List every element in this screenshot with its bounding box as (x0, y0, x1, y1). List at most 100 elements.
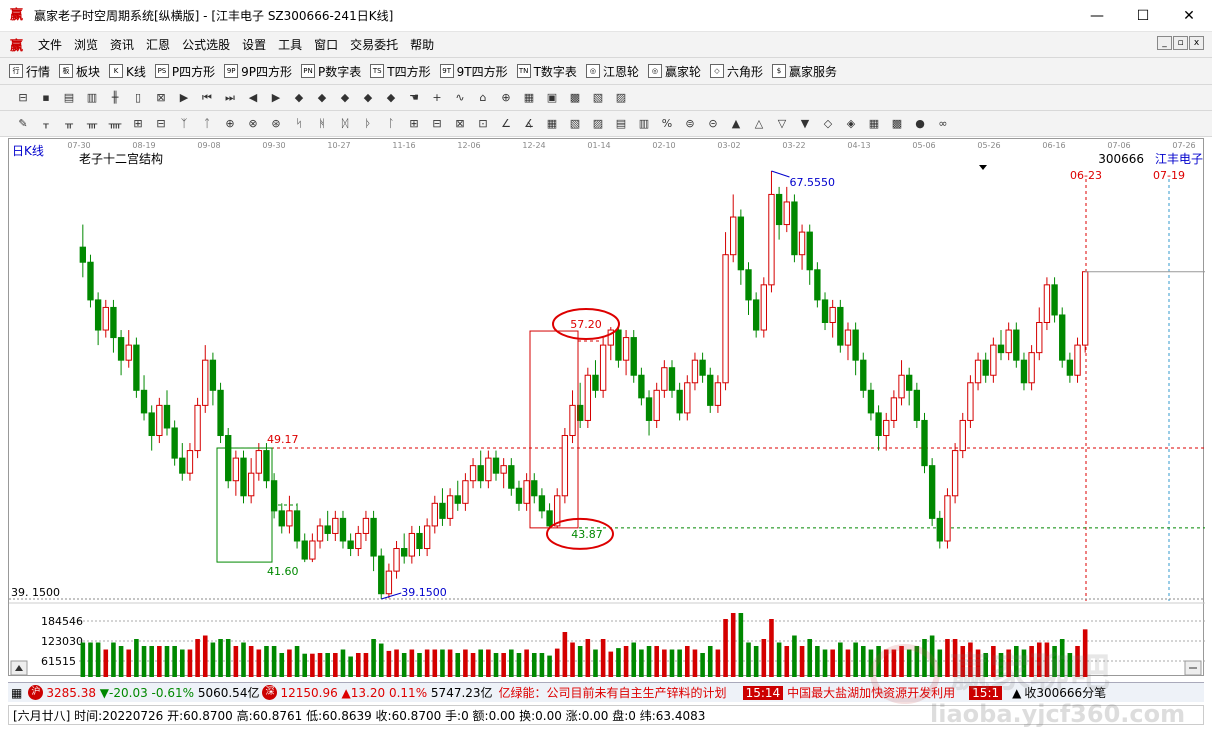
kline-chart[interactable]: 07-30 08-19 09-08 09-30 10-27 11-16 12-06 12-24… (9, 139, 1205, 677)
mdi-minimize-button[interactable]: _ (1157, 36, 1172, 50)
toolbar-item-8[interactable]: TN T数字表 (516, 63, 577, 80)
analysis-tool-icon-24[interactable]: ▧ (566, 115, 584, 133)
analysis-tool-icon-37[interactable]: ▦ (865, 115, 883, 133)
analysis-tool-icon-6[interactable]: ⊟ (152, 115, 170, 133)
toolbar-item-3[interactable]: PS P四方形 (154, 63, 215, 80)
diamond4-icon[interactable]: ◆ (359, 89, 377, 107)
analysis-tool-icon-15[interactable]: ᚦ (359, 115, 377, 133)
save-icon[interactable]: ▣ (543, 89, 561, 107)
mdi-restore-button[interactable]: ▫ (1173, 36, 1188, 50)
last-icon[interactable]: ⏭ (221, 89, 239, 107)
toolbar-item-11[interactable]: ◇ 六角形 (709, 63, 763, 80)
kline-chart-panel[interactable]: 07-30 08-19 09-08 09-30 10-27 11-16 12-06 12-24… (8, 138, 1205, 677)
analysis-tool-icon-17[interactable]: ⊞ (405, 115, 423, 133)
news-ticker-2[interactable]: 中国最大盐湖加快资源开发利用 (787, 684, 955, 701)
candle-icon[interactable]: ▯ (129, 89, 147, 107)
analysis-tool-icon-23[interactable]: ▦ (543, 115, 561, 133)
toolbar-item-6[interactable]: TS T四方形 (370, 63, 431, 80)
analysis-tool-icon-35[interactable]: ◇ (819, 115, 837, 133)
tick-icon[interactable]: ▲ (1012, 686, 1021, 700)
menu-window[interactable]: 窗口 (314, 36, 338, 53)
toolbar-item-7[interactable]: 9T 9T四方形 (439, 63, 508, 80)
flag-icon[interactable]: ▶ (175, 89, 193, 107)
trend-icon[interactable]: ∿ (451, 89, 469, 107)
analysis-tool-icon-20[interactable]: ⊡ (474, 115, 492, 133)
crosshair-icon[interactable]: + (428, 89, 446, 107)
analysis-tool-icon-21[interactable]: ∠ (497, 115, 515, 133)
right-icon[interactable]: ▶ (267, 89, 285, 107)
analysis-tool-icon-16[interactable]: ᛚ (382, 115, 400, 133)
export-icon[interactable]: ▧ (589, 89, 607, 107)
toolbar-item-10[interactable]: ◎ 赢家轮 (647, 63, 701, 80)
analysis-tool-icon-7[interactable]: ᛉ (175, 115, 193, 133)
analysis-tool-icon-14[interactable]: ᛞ (336, 115, 354, 133)
analysis-tool-icon-5[interactable]: ⊞ (129, 115, 147, 133)
chart-type-icon[interactable]: ▪ (37, 89, 55, 107)
analysis-tool-icon-31[interactable]: ▲ (727, 115, 745, 133)
analysis-tool-icon-11[interactable]: ⊛ (267, 115, 285, 133)
kline-icon[interactable]: ╫ (106, 89, 124, 107)
diamond3-icon[interactable]: ◆ (336, 89, 354, 107)
hand-icon[interactable]: ☚ (405, 89, 423, 107)
analysis-tool-icon-26[interactable]: ▤ (612, 115, 630, 133)
menu-settings[interactable]: 设置 (242, 36, 266, 53)
analysis-tool-icon-0[interactable]: ✎ (14, 115, 32, 133)
toolbar-item-2[interactable]: K K线 (109, 63, 146, 80)
toolbar-item-1[interactable]: 板板块 (59, 63, 100, 80)
analysis-tool-icon-22[interactable]: ∡ (520, 115, 538, 133)
first-icon[interactable]: ⏮ (198, 89, 216, 107)
minimize-button[interactable]: — (1074, 0, 1120, 32)
analysis-tool-icon-18[interactable]: ⊟ (428, 115, 446, 133)
analysis-tool-icon-1[interactable]: ᚁ (37, 115, 55, 133)
menu-file[interactable]: 文件 (38, 36, 62, 53)
diamond5-icon[interactable]: ◆ (382, 89, 400, 107)
diamond1-icon[interactable]: ◆ (290, 89, 308, 107)
zoom-icon[interactable]: ⊕ (497, 89, 515, 107)
analysis-tool-icon-3[interactable]: ᚃ (83, 115, 101, 133)
analysis-tool-icon-39[interactable]: ● (911, 115, 929, 133)
toolbar-item-9[interactable]: ◎ 江恩轮 (585, 63, 639, 80)
analysis-tool-icon-29[interactable]: ⊜ (681, 115, 699, 133)
analysis-tool-icon-32[interactable]: △ (750, 115, 768, 133)
analysis-tool-icon-13[interactable]: ᚻ (313, 115, 331, 133)
news-ticker-1[interactable]: 亿绿能：公司目前未有自主生产锌料的计划 (499, 684, 727, 701)
analysis-tool-icon-40[interactable]: ∞ (934, 115, 952, 133)
menu-tools[interactable]: 工具 (278, 36, 302, 53)
toolbar-item-0[interactable]: 行行情 (9, 63, 50, 80)
settings-icon[interactable]: ▨ (612, 89, 630, 107)
gift-icon[interactable]: ⌂ (474, 89, 492, 107)
left-icon[interactable]: ◀ (244, 89, 262, 107)
analysis-tool-icon-19[interactable]: ⊠ (451, 115, 469, 133)
analysis-tool-icon-25[interactable]: ▨ (589, 115, 607, 133)
menu-huien[interactable]: 汇恩 (146, 36, 170, 53)
indicator-icon[interactable]: ▥ (83, 89, 101, 107)
maximize-button[interactable]: ☐ (1120, 0, 1166, 32)
analysis-tool-icon-28[interactable]: % (658, 115, 676, 133)
cross-icon[interactable]: ⊠ (152, 89, 170, 107)
close-button[interactable]: ✕ (1166, 0, 1212, 32)
menu-help[interactable]: 帮助 (410, 36, 434, 53)
menu-browse[interactable]: 浏览 (74, 36, 98, 53)
analysis-tool-icon-27[interactable]: ▥ (635, 115, 653, 133)
toolbar-item-12[interactable]: $ 赢家服务 (771, 63, 837, 80)
compare-icon[interactable]: ▤ (60, 89, 78, 107)
calendar-icon[interactable]: ▦ (520, 89, 538, 107)
diamond2-icon[interactable]: ◆ (313, 89, 331, 107)
menu-info[interactable]: 资讯 (110, 36, 134, 53)
analysis-tool-icon-34[interactable]: ▼ (796, 115, 814, 133)
analysis-tool-icon-38[interactable]: ▩ (888, 115, 906, 133)
analysis-tool-icon-2[interactable]: ᚂ (60, 115, 78, 133)
mdi-close-button[interactable]: x (1189, 36, 1204, 50)
toolbar-item-5[interactable]: PN P数字表 (301, 63, 361, 80)
analysis-tool-icon-10[interactable]: ⊗ (244, 115, 262, 133)
layout-icon[interactable]: ⊟ (14, 89, 32, 107)
tick-detail-label[interactable]: 收300666分笔 (1024, 684, 1106, 701)
analysis-tool-icon-8[interactable]: ᛏ (198, 115, 216, 133)
grid-icon[interactable]: ▦ (11, 686, 22, 700)
analysis-tool-icon-12[interactable]: ᛋ (290, 115, 308, 133)
toolbar-item-4[interactable]: 9P 9P四方形 (224, 63, 292, 80)
menu-trade[interactable]: 交易委托 (350, 36, 398, 53)
analysis-tool-icon-36[interactable]: ◈ (842, 115, 860, 133)
analysis-tool-icon-30[interactable]: ⊝ (704, 115, 722, 133)
analysis-tool-icon-33[interactable]: ▽ (773, 115, 791, 133)
